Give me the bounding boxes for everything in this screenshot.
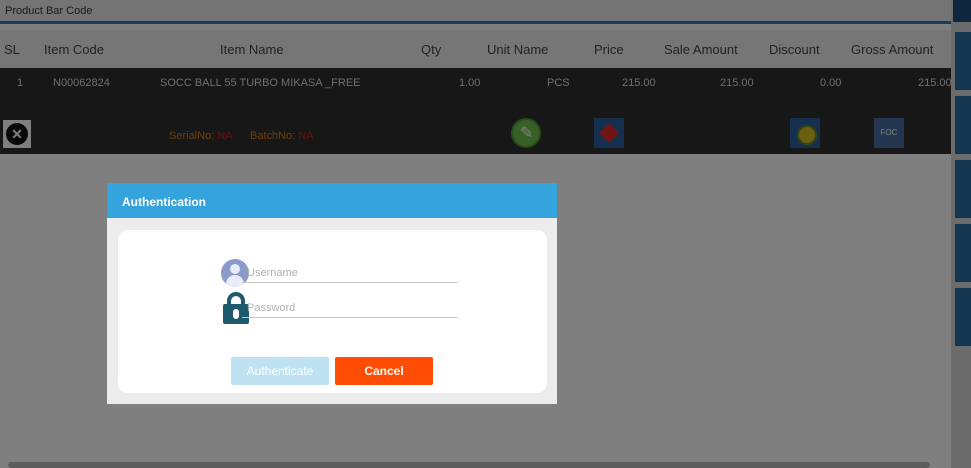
dialog-title: Authentication [107,183,557,218]
dialog-body: Authenticate Cancel [118,230,547,393]
cancel-button[interactable]: Cancel [335,357,433,385]
password-input[interactable] [242,298,458,318]
authentication-dialog: Authentication Authenticate Cancel [107,183,557,404]
authenticate-button[interactable]: Authenticate [231,357,329,385]
username-input[interactable] [242,263,458,283]
